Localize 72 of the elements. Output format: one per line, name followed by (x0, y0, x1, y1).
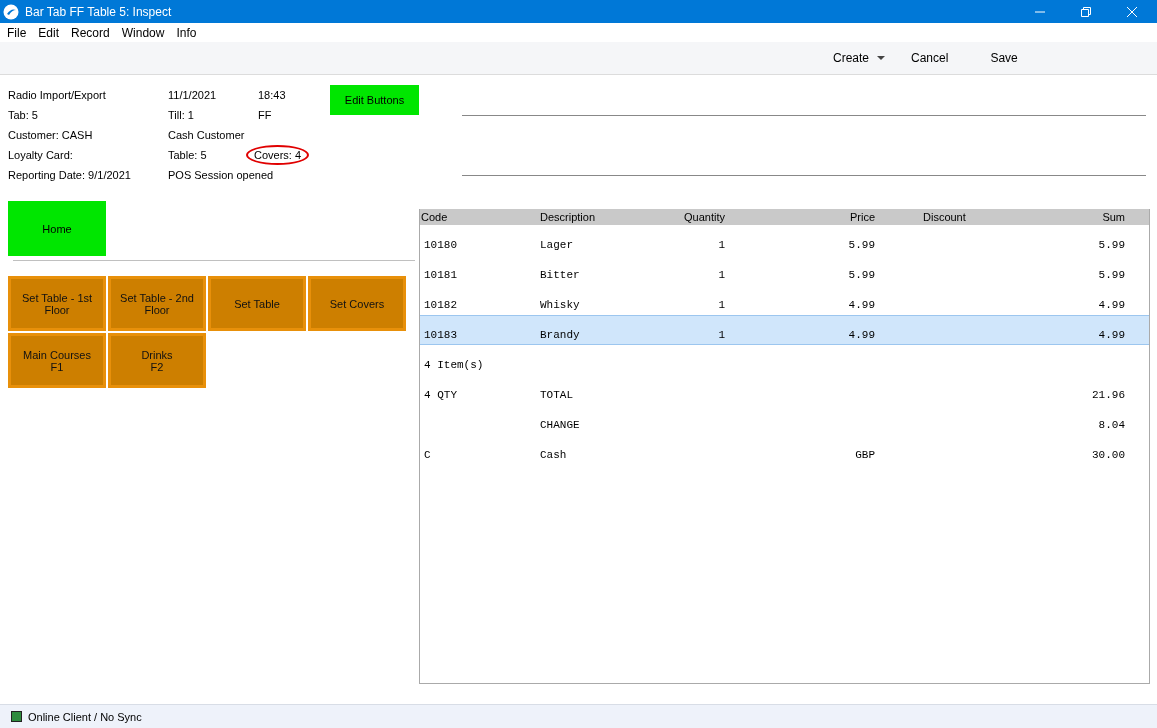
menu-item[interactable]: File (7, 25, 27, 40)
covers-text: Covers: 4 (246, 145, 310, 165)
pos-button[interactable]: Set Table - 2nd Floor (108, 276, 206, 331)
table-cell-text: 10180 (423, 239, 458, 251)
table-cell-text: Whisky (540, 299, 581, 311)
table-cell-text: Lager (540, 239, 574, 251)
table-cell-text: 1 (717, 239, 725, 251)
info-text: FF (258, 109, 273, 121)
table-cell-text: 4 QTY (423, 389, 458, 401)
caret-icon (877, 56, 886, 60)
pos-button[interactable]: Main Courses F1 (8, 333, 106, 388)
info-text: Customer: CASH (8, 129, 94, 141)
pos-button[interactable]: Set Covers (308, 276, 406, 331)
info-text: Cash Customer (168, 129, 245, 141)
pos-button[interactable]: Drinks F2 (108, 333, 206, 388)
pos-button[interactable]: Set Table - 1st Floor (8, 276, 106, 331)
toolbar-button[interactable]: Cancel (911, 47, 949, 69)
window-title: Bar Tab FF Table 5: Inspect (25, 4, 173, 19)
table-cell-text: 8.04 (1097, 419, 1125, 431)
home-button[interactable]: Home (8, 201, 106, 256)
column-header[interactable]: Price (725, 211, 875, 223)
table-cell-text: 10182 (423, 299, 458, 311)
info-text: POS Session opened (168, 169, 274, 181)
restore-icon[interactable] (1081, 6, 1091, 17)
column-header[interactable]: Code (420, 211, 540, 223)
info-text: Till: 1 (168, 109, 195, 121)
table-cell-text: 1 (717, 269, 725, 281)
table-cell-text: 4.99 (847, 299, 875, 311)
table-cell-text: Cash (540, 449, 568, 461)
table-cell-text: TOTAL (540, 389, 574, 401)
table-cell-text: 4 Item(s) (423, 359, 485, 371)
table-cell-text: 10181 (423, 269, 458, 281)
table-cell-text: Bitter (540, 269, 581, 281)
column-header[interactable]: Quantity (655, 211, 725, 223)
table-cell-text: 1 (717, 299, 725, 311)
table-cell-text: 5.99 (847, 269, 875, 281)
table-cell-text: Brandy (540, 329, 581, 341)
column-header[interactable]: Sum (985, 211, 1125, 223)
info-text: Loyalty Card: (8, 149, 74, 161)
menu-item[interactable]: Window (121, 25, 165, 40)
info-text: Radio Import/Export (8, 89, 107, 101)
table-cell-text: 30.00 (1091, 449, 1125, 461)
menu-item[interactable]: Edit (38, 25, 60, 40)
table-cell-text: 5.99 (1097, 239, 1125, 251)
close-icon[interactable] (1127, 6, 1137, 17)
table-cell-text: GBP (854, 449, 875, 461)
info-text: 18:43 (258, 89, 287, 101)
toolbar-button[interactable]: Save (990, 47, 1018, 69)
selected-row[interactable]: 10183 Brandy 1 4.99 4.99 (420, 315, 1149, 345)
info-text: Tab: 5 (8, 109, 39, 121)
create-menu-button[interactable]: Create (820, 47, 886, 69)
status-text: Online Client / No Sync (28, 710, 142, 723)
table-cell-text: 4.99 (1097, 299, 1125, 311)
table-cell-text: 5.99 (847, 239, 875, 251)
info-text: 11/1/2021 (168, 89, 218, 101)
column-header[interactable]: Discount (875, 211, 985, 223)
connection-status-icon (11, 711, 22, 722)
table-cell-text: 10183 (423, 329, 458, 341)
menu-item[interactable]: Record (71, 25, 110, 40)
table-cell-text: 4.99 (847, 329, 875, 341)
table-cell-text: 5.99 (1097, 269, 1125, 281)
info-text: Reporting Date: 9/1/2021 (8, 169, 132, 181)
table-cell-text: 21.96 (1091, 389, 1125, 401)
table-cell-text: 4.99 (1097, 329, 1125, 341)
app-logo-icon (3, 3, 19, 20)
table-cell-text: C (423, 449, 432, 461)
table-cell-text: CHANGE (540, 419, 581, 431)
pos-button[interactable]: Set Table (208, 276, 306, 331)
column-header[interactable]: Description (540, 211, 655, 223)
menu-item[interactable]: Info (176, 25, 197, 40)
edit-buttons-button[interactable]: Edit Buttons (330, 85, 419, 115)
table-cell-text: 1 (717, 329, 725, 341)
